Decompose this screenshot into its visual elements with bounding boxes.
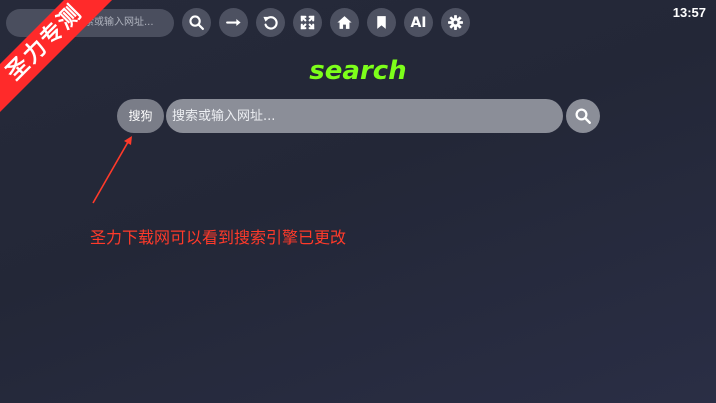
search-button[interactable]: [182, 8, 211, 37]
settings-button[interactable]: [441, 8, 470, 37]
refresh-icon: [263, 16, 278, 30]
main-search-input[interactable]: [166, 99, 563, 133]
ai-label: AI: [410, 14, 427, 31]
search-logo: search: [309, 56, 407, 86]
fullscreen-icon: [300, 15, 315, 30]
forward-button[interactable]: [219, 8, 248, 37]
fullscreen-button[interactable]: [293, 8, 322, 37]
ai-button[interactable]: AI: [404, 8, 433, 37]
status-clock: 13:57: [672, 5, 706, 20]
home-icon: [337, 16, 352, 29]
search-engine-selector[interactable]: 搜狗: [117, 99, 164, 133]
bookmark-icon: [377, 16, 386, 29]
bookmark-button[interactable]: [367, 8, 396, 37]
search-icon: [189, 15, 205, 31]
annotation-text: 圣力下载网可以看到搜索引擎已更改: [90, 228, 347, 247]
home-button[interactable]: [330, 8, 359, 37]
refresh-button[interactable]: [256, 8, 285, 37]
gear-icon: [448, 15, 463, 30]
search-icon: [575, 108, 591, 124]
toolbar: AI: [182, 8, 470, 37]
arrow-right-icon: [226, 18, 241, 27]
main-search-button[interactable]: [566, 99, 600, 133]
